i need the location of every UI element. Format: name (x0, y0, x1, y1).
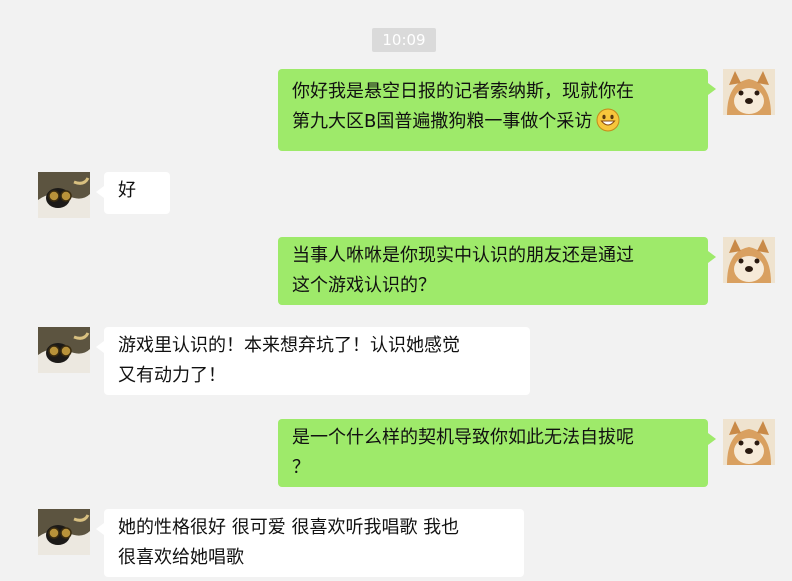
shiba-dog-icon (723, 419, 775, 465)
grinning-face-emoji-icon (596, 108, 620, 132)
message-text: 第九大区B国普遍撒狗粮一事做个采访 (292, 111, 593, 132)
message-bubble-outgoing[interactable]: 是一个什么样的契机导致你如此无法自拔呢 ？ (278, 419, 716, 487)
contact-avatar[interactable] (38, 172, 90, 218)
message-bubble-incoming[interactable]: 她的性格很好 很可爱 很喜欢听我唱歌 我也 很喜欢给她唱歌 (96, 509, 524, 577)
timestamp: 10:09 (372, 28, 436, 52)
shiba-dog-icon (723, 69, 775, 115)
message-text-line: 好 (118, 180, 136, 201)
message-bubble-outgoing[interactable]: 你好我是悬空日报的记者索纳斯，现就你在 第九大区B国普遍撒狗粮一事做个采访 (278, 69, 716, 151)
self-avatar[interactable] (723, 69, 775, 115)
contact-avatar[interactable] (38, 327, 90, 373)
message-text-line: 第九大区B国普遍撒狗粮一事做个采访 (292, 107, 694, 137)
message-text-line: ？ (292, 457, 310, 478)
dog-with-goggles-icon (38, 172, 90, 218)
message-bubble-incoming[interactable]: 好 (96, 172, 170, 214)
message-text-line: 很喜欢给她唱歌 (118, 547, 244, 568)
chat-window: 10:09 你好我是悬空日报的记者索纳斯，现就你在 第九大区B国普遍撒狗粮一事做… (0, 0, 792, 581)
self-avatar[interactable] (723, 237, 775, 283)
message-text-line: 当事人咻咻是你现实中认识的朋友还是通过 (292, 245, 634, 266)
message-text-line: 她的性格很好 很可爱 很喜欢听我唱歌 我也 (118, 517, 460, 538)
message-text-line: 你好我是悬空日报的记者索纳斯，现就你在 (292, 81, 634, 102)
message-text-line: 这个游戏认识的？ (292, 275, 436, 296)
message-bubble-outgoing[interactable]: 当事人咻咻是你现实中认识的朋友还是通过 这个游戏认识的？ (278, 237, 716, 305)
message-bubble-incoming[interactable]: 游戏里认识的！本来想弃坑了！认识她感觉 又有动力了！ (96, 327, 530, 395)
message-text-line: 游戏里认识的！本来想弃坑了！认识她感觉 (118, 335, 460, 356)
dog-with-goggles-icon (38, 327, 90, 373)
message-text-line: 又有动力了！ (118, 365, 226, 386)
dog-with-goggles-icon (38, 509, 90, 555)
self-avatar[interactable] (723, 419, 775, 465)
message-text-line: 是一个什么样的契机导致你如此无法自拔呢 (292, 427, 634, 448)
contact-avatar[interactable] (38, 509, 90, 555)
shiba-dog-icon (723, 237, 775, 283)
